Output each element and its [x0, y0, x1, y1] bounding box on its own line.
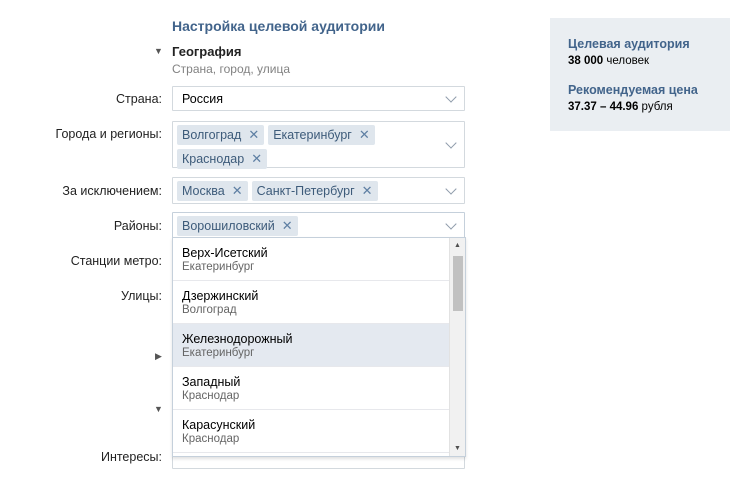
- cities-label: Города и регионы:: [55, 127, 162, 141]
- dropdown-item[interactable]: Западный Краснодар: [173, 367, 450, 410]
- scroll-up-arrow-icon[interactable]: ▲: [454, 242, 461, 249]
- district-name: Верх-Исетский: [182, 246, 268, 260]
- country-value: Россия: [182, 92, 223, 106]
- page-title: Настройка целевой аудитории: [172, 18, 385, 34]
- tag-district: Ворошиловский ✕: [177, 216, 298, 236]
- districts-dropdown[interactable]: Верх-Исетский Екатеринбург Дзержинский В…: [172, 237, 466, 457]
- remove-tag-icon[interactable]: ✕: [359, 127, 370, 143]
- tag-label: Ворошиловский: [182, 219, 275, 233]
- expand-triangle-icon[interactable]: ▶: [155, 351, 162, 362]
- section-title-geography[interactable]: География: [172, 44, 241, 59]
- tag-except: Москва ✕: [177, 181, 248, 201]
- audience-title: Целевая аудитория: [568, 37, 690, 51]
- dropdown-item[interactable]: Верх-Исетский Екатеринбург: [173, 238, 450, 281]
- districts-label: Районы:: [113, 219, 162, 233]
- remove-tag-icon[interactable]: ✕: [248, 127, 259, 143]
- audience-count-value: 38 000: [568, 55, 604, 67]
- dropdown-item-highlighted[interactable]: Железнодорожный Екатеринбург: [173, 324, 450, 367]
- district-city: Екатеринбург: [182, 261, 255, 273]
- except-label: За исключением:: [62, 184, 162, 198]
- dropdown-scrollbar[interactable]: ▲ ▼: [449, 238, 465, 456]
- cities-input[interactable]: Волгоград ✕ Екатеринбург ✕ Краснодар ✕: [172, 121, 465, 169]
- except-input[interactable]: Москва ✕ Санкт-Петербург ✕: [172, 177, 465, 204]
- country-label: Страна:: [116, 92, 162, 106]
- dropdown-item[interactable]: Дзержинский Волгоград: [173, 281, 450, 324]
- metro-label: Станции метро:: [70, 254, 162, 268]
- remove-tag-icon[interactable]: ✕: [282, 218, 293, 234]
- chevron-down-icon[interactable]: [445, 183, 457, 195]
- district-city: Волгоград: [182, 304, 237, 316]
- tag-except: Санкт-Петербург ✕: [251, 181, 378, 201]
- district-name: Железнодорожный: [182, 332, 293, 346]
- section-subtitle-geography: Страна, город, улица: [172, 62, 291, 76]
- chevron-down-icon[interactable]: [445, 218, 457, 230]
- audience-count: 38 000 человек: [568, 55, 649, 67]
- chevron-down-icon[interactable]: [445, 137, 457, 149]
- dropdown-item[interactable]: Карасунский Краснодар: [173, 410, 450, 453]
- tag-label: Краснодар: [182, 152, 245, 166]
- district-city: Краснодар: [182, 390, 240, 402]
- collapse-triangle-icon[interactable]: ▼: [154, 404, 163, 414]
- district-city: Екатеринбург: [182, 347, 255, 359]
- remove-tag-icon[interactable]: ✕: [232, 183, 243, 199]
- tag-label: Санкт-Петербург: [256, 184, 355, 198]
- streets-label: Улицы:: [121, 289, 162, 303]
- tag-label: Москва: [182, 184, 225, 198]
- audience-summary-panel: Целевая аудитория 38 000 человек Рекомен…: [550, 18, 730, 131]
- chevron-down-icon[interactable]: [445, 91, 457, 103]
- audience-count-unit: человек: [606, 55, 650, 67]
- interests-label: Интересы:: [100, 450, 162, 464]
- price-range-unit: рубля: [641, 101, 673, 113]
- remove-tag-icon[interactable]: ✕: [362, 183, 373, 199]
- price-title: Рекомендуемая цена: [568, 83, 698, 97]
- tag-label: Екатеринбург: [273, 128, 352, 142]
- tag-label: Волгоград: [182, 128, 242, 142]
- remove-tag-icon[interactable]: ✕: [251, 151, 262, 167]
- districts-input[interactable]: Ворошиловский ✕: [172, 212, 465, 238]
- interests-input[interactable]: [172, 455, 465, 469]
- tag-city: Волгоград ✕: [177, 125, 265, 145]
- district-name: Карасунский: [182, 418, 256, 432]
- tag-city: Екатеринбург ✕: [268, 125, 375, 145]
- district-name: Дзержинский: [182, 289, 259, 303]
- collapse-triangle-icon[interactable]: ▼: [154, 46, 163, 56]
- country-select[interactable]: Россия: [172, 86, 465, 111]
- district-city: Краснодар: [182, 433, 240, 445]
- scroll-down-arrow-icon[interactable]: ▼: [454, 445, 461, 452]
- tag-city: Краснодар ✕: [177, 149, 268, 169]
- scrollbar-thumb[interactable]: [453, 256, 463, 311]
- district-name: Западный: [182, 375, 241, 389]
- price-range-value: 37.37 – 44.96: [568, 101, 639, 113]
- price-range: 37.37 – 44.96 рубля: [568, 101, 673, 113]
